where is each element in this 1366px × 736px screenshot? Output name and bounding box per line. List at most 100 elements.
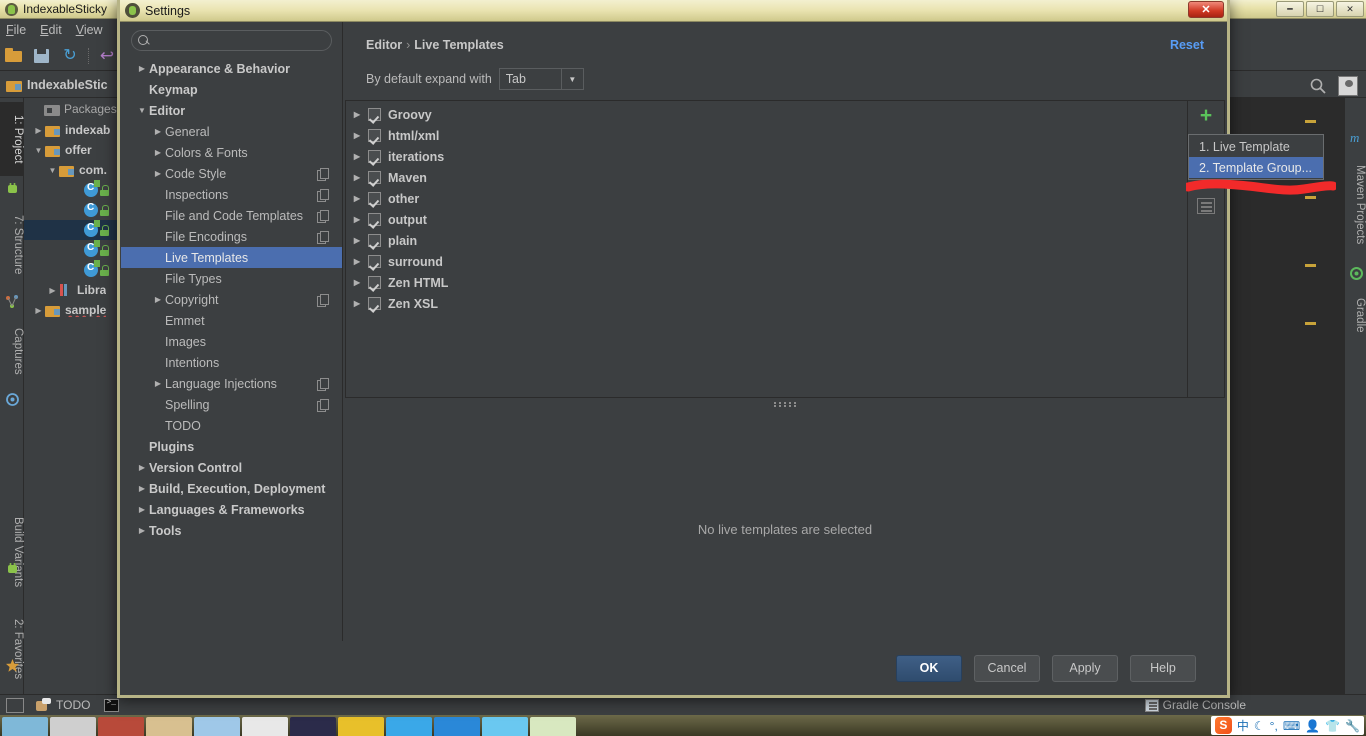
chevron-right-icon[interactable]: ▶ xyxy=(346,215,368,224)
chevron-right-icon[interactable]: ▶ xyxy=(346,173,368,182)
taskbar-app[interactable] xyxy=(98,717,144,736)
template-group-row[interactable]: ▶ surround xyxy=(346,251,1187,272)
template-group-checkbox[interactable] xyxy=(368,129,381,142)
chevron-right-icon[interactable]: ▶ xyxy=(346,299,368,308)
chevron-right-icon[interactable]: ▶ xyxy=(346,152,368,161)
chevron-right-icon[interactable]: ▶ xyxy=(135,484,149,493)
chevron-right-icon[interactable]: ▶ xyxy=(346,110,368,119)
sidebar-tab-structure[interactable]: 7: Structure xyxy=(0,202,24,288)
user-icon[interactable]: 👤 xyxy=(1305,719,1320,733)
chevron-right-icon[interactable]: ▶ xyxy=(151,127,165,136)
sidebar-item-inspections[interactable]: Inspections xyxy=(121,184,342,205)
sidebar-item-intentions[interactable]: Intentions xyxy=(121,352,342,373)
chevron-right-icon[interactable]: ▶ xyxy=(151,148,165,157)
sidebar-item-appearance-behavior[interactable]: ▶ Appearance & Behavior xyxy=(121,58,342,79)
sidebar-item-languages-frameworks[interactable]: ▶ Languages & Frameworks xyxy=(121,499,342,520)
sidebar-item-tools[interactable]: ▶ Tools xyxy=(121,520,342,541)
template-group-checkbox[interactable] xyxy=(368,192,381,205)
sidebar-item-code-style[interactable]: ▶ Code Style xyxy=(121,163,342,184)
chevron-right-icon[interactable]: ▶ xyxy=(135,505,149,514)
chevron-right-icon[interactable]: ▶ xyxy=(135,463,149,472)
open-folder-icon[interactable] xyxy=(4,47,24,65)
chevron-down-icon[interactable]: ▼ xyxy=(46,166,59,175)
template-group-checkbox[interactable] xyxy=(368,276,381,289)
chevron-right-icon[interactable]: ▶ xyxy=(135,526,149,535)
close-button[interactable]: ✕ xyxy=(1336,1,1364,17)
project-node[interactable] xyxy=(24,240,119,260)
template-group-checkbox[interactable] xyxy=(368,297,381,310)
punctuation-icon[interactable]: °, xyxy=(1270,719,1278,733)
status-terminal[interactable] xyxy=(104,698,120,712)
save-icon[interactable] xyxy=(32,47,52,65)
minimize-button[interactable]: ━ xyxy=(1276,1,1304,17)
project-node[interactable] xyxy=(24,180,119,200)
template-group-row[interactable]: ▶ iterations xyxy=(346,146,1187,167)
template-group-row[interactable]: ▶ plain xyxy=(346,230,1187,251)
taskbar-app[interactable] xyxy=(530,717,576,736)
ok-button[interactable]: OK xyxy=(896,654,962,682)
project-node[interactable] xyxy=(24,260,119,280)
sidebar-item-file-and-code-templates[interactable]: File and Code Templates xyxy=(121,205,342,226)
taskbar-app[interactable] xyxy=(50,717,96,736)
apply-button[interactable]: Apply xyxy=(1052,654,1118,682)
sidebar-item-build-execution-deployment[interactable]: ▶ Build, Execution, Deployment xyxy=(121,478,342,499)
reset-link[interactable]: Reset xyxy=(1170,38,1204,52)
taskbar-app[interactable] xyxy=(386,717,432,736)
chevron-right-icon[interactable]: ▶ xyxy=(151,379,165,388)
chevron-right-icon[interactable]: ▶ xyxy=(46,286,59,295)
chevron-right-icon[interactable]: ▶ xyxy=(151,169,165,178)
ide-search-icon[interactable] xyxy=(1310,78,1326,94)
status-todo[interactable]: TODO xyxy=(36,698,90,712)
chevron-down-icon[interactable]: ▼ xyxy=(560,69,583,89)
template-group-checkbox[interactable] xyxy=(368,234,381,247)
wrench-icon[interactable]: 🔧 xyxy=(1345,719,1360,733)
template-group-row[interactable]: ▶ Zen HTML xyxy=(346,272,1187,293)
menu-edit[interactable]: Edit xyxy=(40,23,62,37)
sidebar-item-keymap[interactable]: Keymap xyxy=(121,79,342,100)
undo-icon[interactable]: ↩ xyxy=(97,46,117,65)
sync-icon[interactable]: ↻ xyxy=(60,47,80,65)
sidebar-item-images[interactable]: Images xyxy=(121,331,342,352)
sidebar-item-colors-fonts[interactable]: ▶ Colors & Fonts xyxy=(121,142,342,163)
project-node[interactable]: ▶ sample xyxy=(24,300,119,320)
project-node[interactable] xyxy=(24,200,119,220)
sidebar-item-file-encodings[interactable]: File Encodings xyxy=(121,226,342,247)
sidebar-item-general[interactable]: ▶ General xyxy=(121,121,342,142)
chevron-right-icon[interactable]: ▶ xyxy=(135,64,149,73)
status-panel-toggle-icon[interactable] xyxy=(6,697,24,713)
chevron-right-icon[interactable]: ▶ xyxy=(346,236,368,245)
project-node[interactable]: ▼ offer xyxy=(24,140,119,160)
skin-icon[interactable]: 👕 xyxy=(1325,719,1340,733)
ime-chinese-icon[interactable]: 中 xyxy=(1237,717,1249,734)
sidebar-item-plugins[interactable]: Plugins xyxy=(121,436,342,457)
template-group-row[interactable]: ▶ other xyxy=(346,188,1187,209)
sidebar-item-live-templates[interactable]: Live Templates xyxy=(121,247,342,268)
menu-file[interactable]: File xyxy=(6,23,26,37)
panel-splitter[interactable] xyxy=(345,399,1225,407)
project-node[interactable]: ▼ com. xyxy=(24,160,119,180)
popup-item-live-template[interactable]: 1. Live Template xyxy=(1189,136,1323,157)
sidebar-item-editor[interactable]: ▼ Editor xyxy=(121,100,342,121)
help-button[interactable]: Help xyxy=(1130,654,1196,682)
chevron-right-icon[interactable]: ▶ xyxy=(346,194,368,203)
window-controls[interactable]: ━ ☐ ✕ xyxy=(1276,1,1364,17)
sidebar-tab-project[interactable]: 1: Project xyxy=(0,102,24,176)
tool-tab-gradle[interactable]: Gradle xyxy=(1344,286,1366,344)
taskbar-app[interactable] xyxy=(194,717,240,736)
sidebar-item-file-types[interactable]: File Types xyxy=(121,268,342,289)
expand-with-select[interactable]: Tab ▼ xyxy=(498,68,584,90)
cancel-button[interactable]: Cancel xyxy=(974,654,1040,682)
template-group-checkbox[interactable] xyxy=(368,255,381,268)
taskbar-app[interactable] xyxy=(2,717,48,736)
taskbar-app[interactable] xyxy=(434,717,480,736)
search-input[interactable] xyxy=(154,33,331,48)
template-group-checkbox[interactable] xyxy=(368,171,381,184)
menu-view[interactable]: View xyxy=(76,23,103,37)
chevron-right-icon[interactable]: ▶ xyxy=(346,257,368,266)
sidebar-item-emmet[interactable]: Emmet xyxy=(121,310,342,331)
add-template-button[interactable]: + xyxy=(1193,105,1219,128)
taskbar-app[interactable] xyxy=(290,717,336,736)
sidebar-item-todo[interactable]: TODO xyxy=(121,415,342,436)
project-node[interactable]: ▶ indexab xyxy=(24,120,119,140)
copy-template-button[interactable] xyxy=(1197,198,1215,214)
